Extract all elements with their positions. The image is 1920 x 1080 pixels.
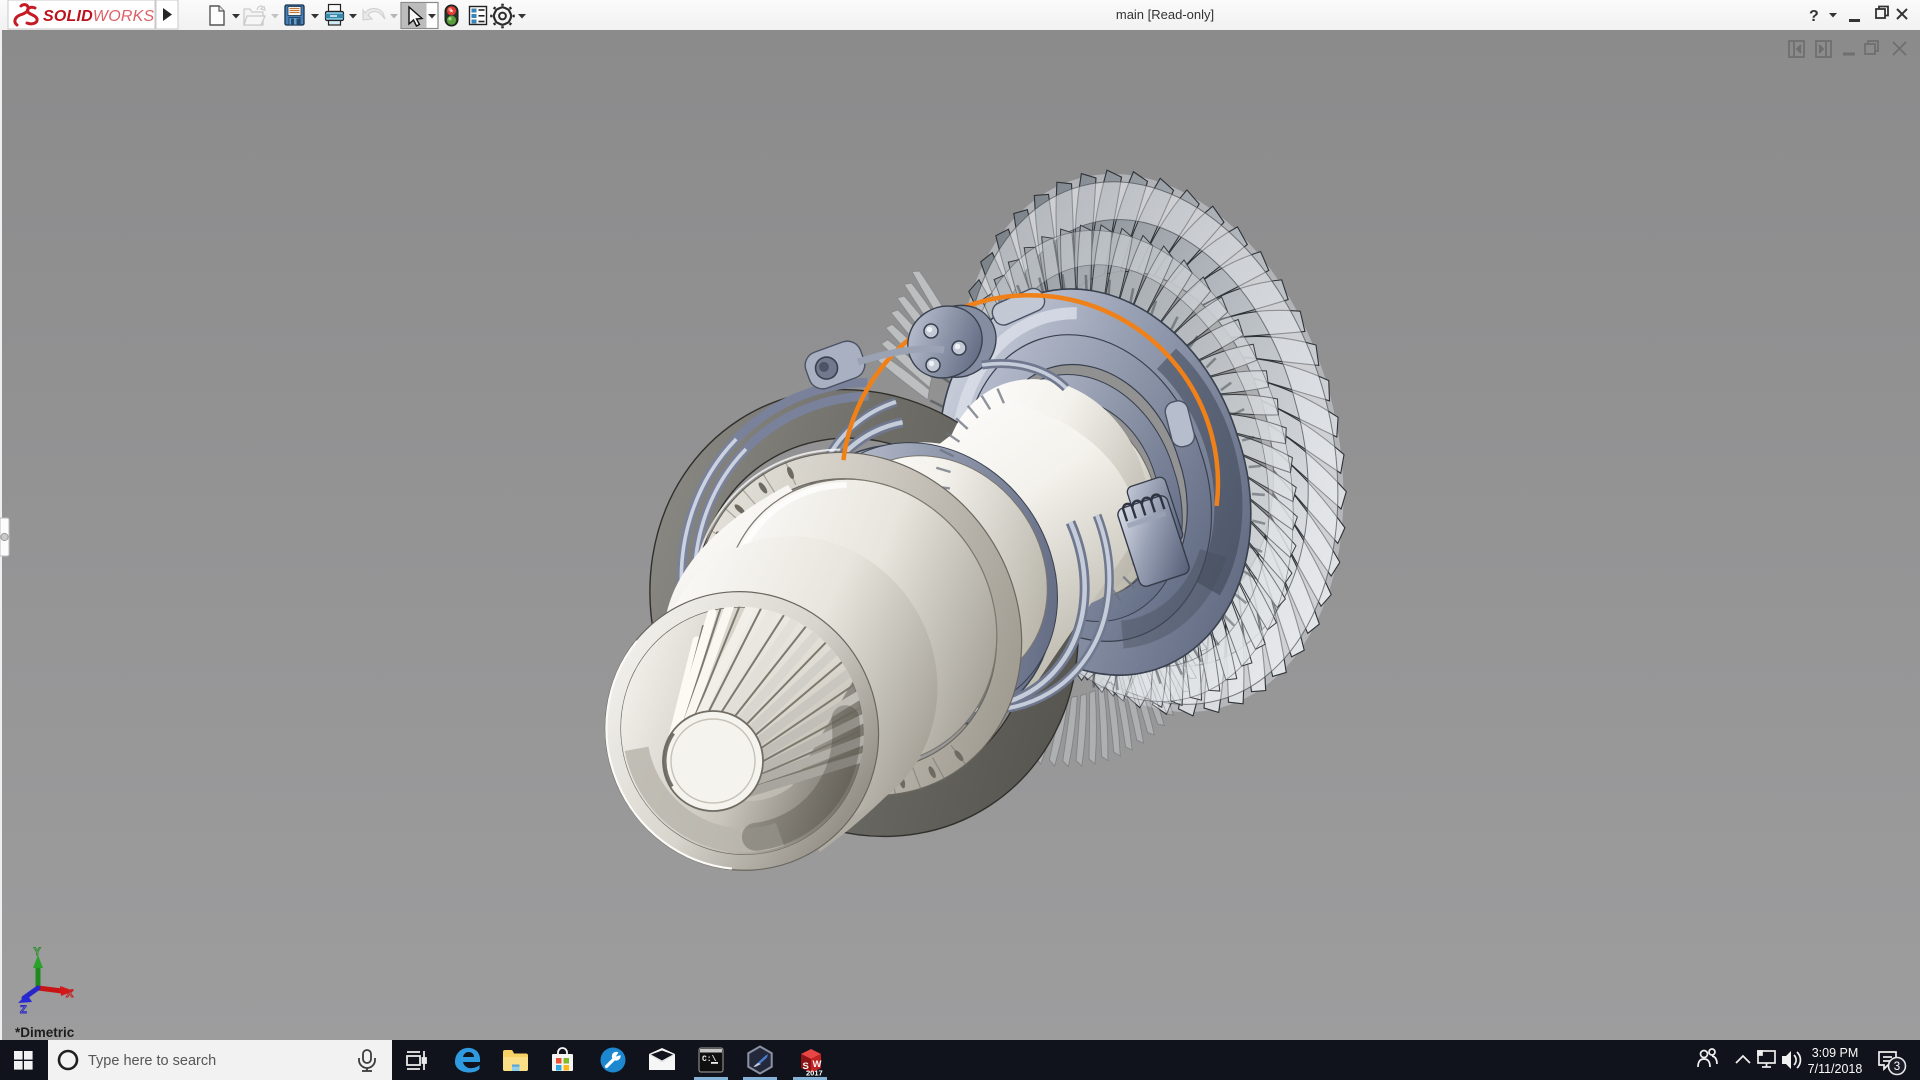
svg-text:*Dimetric: *Dimetric [15,1025,75,1040]
svg-text:7/11/2018: 7/11/2018 [1808,1062,1863,1076]
svg-text:2017: 2017 [806,1069,823,1078]
svg-text:X: X [66,988,74,1000]
svg-text:3:09 PM: 3:09 PM [1812,1046,1859,1060]
svg-text:SOLIDWORKS: SOLIDWORKS [43,8,154,25]
svg-text:Type here to search: Type here to search [88,1053,216,1069]
svg-text:3: 3 [1894,1061,1900,1073]
svg-text:Y: Y [34,946,42,958]
svg-text:?: ? [1809,8,1819,25]
svg-text:Z: Z [20,1004,27,1016]
